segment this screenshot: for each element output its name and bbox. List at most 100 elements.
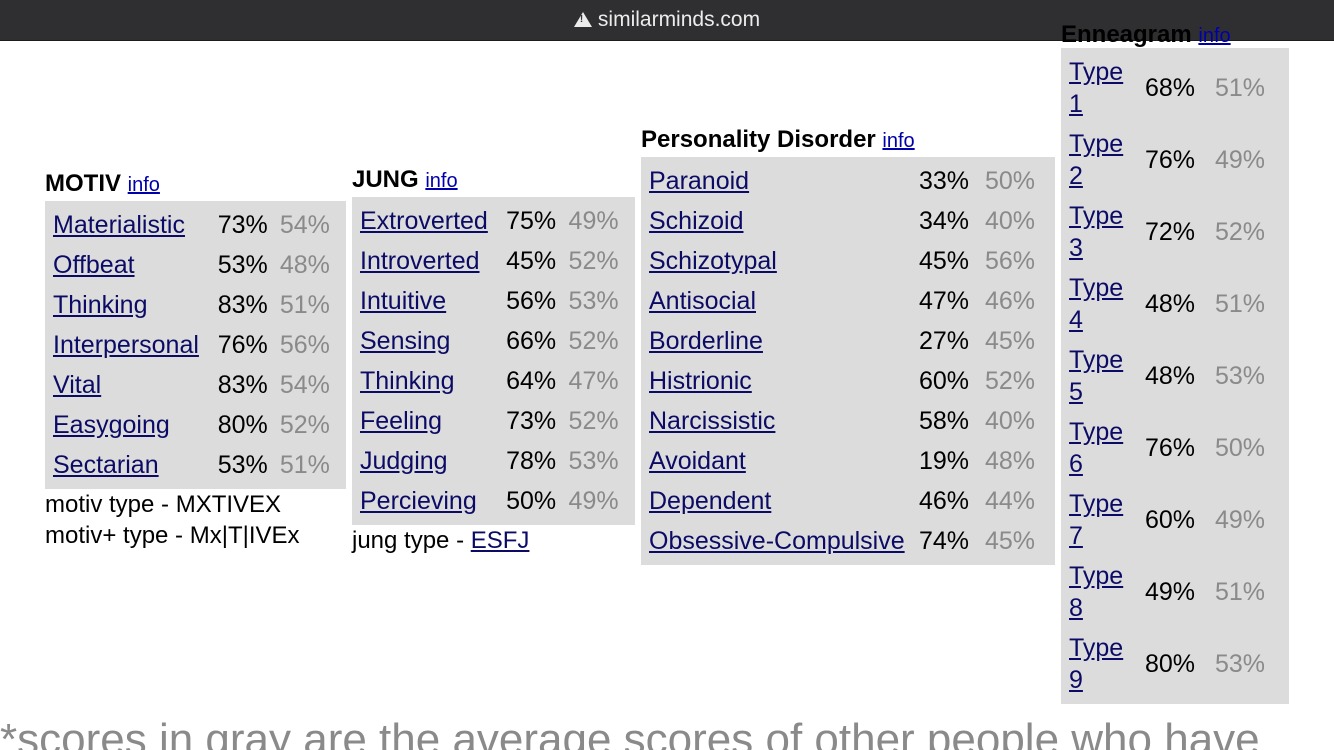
score-name-link[interactable]: Avoidant: [649, 447, 746, 475]
score-name-cell: Sectarian: [49, 445, 214, 485]
score-name-link[interactable]: Extroverted: [360, 207, 488, 235]
score-name-cell: Extroverted: [356, 201, 502, 241]
score-name-cell: Type 6: [1065, 412, 1141, 484]
score-percent: 60%: [1145, 506, 1196, 534]
score-name-cell: Schizoid: [645, 201, 915, 241]
jung-table: Extroverted 75% 49% Introverted 45% 52% Intuit…: [352, 197, 635, 525]
score-percent: 68%: [1145, 74, 1196, 102]
score-name-link[interactable]: Type 1: [1069, 58, 1123, 118]
score-name-link[interactable]: Percieving: [360, 487, 477, 515]
average-percent: 54%: [279, 211, 330, 239]
score-percent: 80%: [1145, 650, 1196, 678]
average-percent: 51%: [1215, 74, 1266, 102]
score-name-link[interactable]: Materialistic: [53, 211, 185, 239]
score-name-link[interactable]: Schizoid: [649, 207, 744, 235]
score-row: Intuitive 56% 53%: [356, 281, 627, 321]
score-name-link[interactable]: Intuitive: [360, 287, 446, 315]
score-percent: 73%: [217, 211, 268, 239]
score-name-link[interactable]: Thinking: [360, 367, 455, 395]
motiv-type: motiv type - MXTIVEX: [45, 491, 282, 518]
jung-type-link[interactable]: ESFJ: [471, 527, 530, 554]
score-name-link[interactable]: Schizotypal: [649, 247, 777, 275]
score-name-link[interactable]: Sensing: [360, 327, 450, 355]
average-percent: 51%: [279, 451, 330, 479]
score-name-link[interactable]: Easygoing: [53, 411, 170, 439]
page: similarminds.com MOTIV info Materialisti…: [0, 0, 1334, 750]
average-percent: 51%: [279, 291, 330, 319]
score-name-link[interactable]: Vital: [53, 371, 101, 399]
score-row: Type 4 48% 51%: [1065, 268, 1281, 340]
score-name-cell: Type 8: [1065, 556, 1141, 628]
score-row: Type 8 49% 51%: [1065, 556, 1281, 628]
score-percent: 58%: [919, 407, 970, 435]
score-percent: 75%: [506, 207, 557, 235]
score-percent: 46%: [919, 487, 970, 515]
score-name-cell: Schizotypal: [645, 241, 915, 281]
score-name-link[interactable]: Type 9: [1069, 634, 1123, 694]
score-name-link[interactable]: Type 8: [1069, 562, 1123, 622]
personality-disorder-rows: Paranoid 33% 50% Schizoid 34% 40% Schizotypal 4…: [645, 161, 1047, 561]
score-percent: 49%: [1145, 578, 1196, 606]
score-name-link[interactable]: Thinking: [53, 291, 148, 319]
score-name-link[interactable]: Obsessive-Compulsive: [649, 527, 905, 555]
score-row: Obsessive-Compulsive 74% 45%: [645, 521, 1047, 561]
personality-disorder-info-link[interactable]: info: [882, 130, 914, 152]
score-percent: 33%: [919, 167, 970, 195]
score-row: Sectarian 53% 51%: [49, 445, 338, 485]
url-text: similarminds.com: [597, 8, 761, 31]
score-name-link[interactable]: Type 4: [1069, 274, 1123, 334]
enneagram-info-link[interactable]: info: [1198, 25, 1230, 47]
score-name-link[interactable]: Type 2: [1069, 130, 1123, 190]
jung-section: JUNG info Extroverted 75% 49% Introverted 45…: [352, 166, 635, 557]
score-name-cell: Borderline: [645, 321, 915, 361]
average-percent: 52%: [279, 411, 330, 439]
score-row: Feeling 73% 52%: [356, 401, 627, 441]
score-row: Dependent 46% 44%: [645, 481, 1047, 521]
score-name-cell: Materialistic: [49, 205, 214, 245]
score-name-cell: Type 4: [1065, 268, 1141, 340]
score-name-link[interactable]: Sectarian: [53, 451, 159, 479]
jung-info-link[interactable]: info: [425, 170, 457, 192]
score-row: Paranoid 33% 50%: [645, 161, 1047, 201]
score-name-link[interactable]: Type 7: [1069, 490, 1123, 550]
enneagram-heading: Enneagram info: [1061, 18, 1289, 48]
score-name-link[interactable]: Antisocial: [649, 287, 756, 315]
score-name-link[interactable]: Introverted: [360, 247, 480, 275]
score-name-link[interactable]: Feeling: [360, 407, 442, 435]
score-name-cell: Dependent: [645, 481, 915, 521]
average-percent: 53%: [1215, 650, 1266, 678]
score-name-link[interactable]: Paranoid: [649, 167, 749, 195]
score-row: Type 3 72% 52%: [1065, 196, 1281, 268]
score-name-cell: Obsessive-Compulsive: [645, 521, 915, 561]
score-row: Percieving 50% 49%: [356, 481, 627, 521]
score-name-cell: Interpersonal: [49, 325, 214, 365]
enneagram-title: Enneagram: [1061, 21, 1192, 48]
score-name-link[interactable]: Interpersonal: [53, 331, 199, 359]
average-percent: 45%: [985, 527, 1036, 555]
score-percent: 72%: [1145, 218, 1196, 246]
jung-title: JUNG: [352, 166, 419, 193]
score-percent: 73%: [506, 407, 557, 435]
score-row: Type 5 48% 53%: [1065, 340, 1281, 412]
score-name-link[interactable]: Judging: [360, 447, 448, 475]
score-name-link[interactable]: Type 5: [1069, 346, 1123, 406]
motiv-info-link[interactable]: info: [128, 174, 160, 196]
score-name-link[interactable]: Borderline: [649, 327, 763, 355]
average-percent: 52%: [568, 407, 619, 435]
score-row: Type 2 76% 49%: [1065, 124, 1281, 196]
score-row: Thinking 64% 47%: [356, 361, 627, 401]
score-name-link[interactable]: Dependent: [649, 487, 771, 515]
average-percent: 52%: [568, 247, 619, 275]
score-percent: 56%: [506, 287, 557, 315]
score-row: Narcissistic 58% 40%: [645, 401, 1047, 441]
score-name-link[interactable]: Type 6: [1069, 418, 1123, 478]
footnote: *scores in gray are the average scores o…: [0, 715, 1260, 750]
score-row: Easygoing 80% 52%: [49, 405, 338, 445]
score-name-link[interactable]: Offbeat: [53, 251, 135, 279]
score-name-link[interactable]: Narcissistic: [649, 407, 775, 435]
score-name-link[interactable]: Histrionic: [649, 367, 752, 395]
score-row: Schizoid 34% 40%: [645, 201, 1047, 241]
warning-icon: [573, 11, 592, 27]
score-name-link[interactable]: Type 3: [1069, 202, 1123, 262]
score-name-cell: Type 2: [1065, 124, 1141, 196]
